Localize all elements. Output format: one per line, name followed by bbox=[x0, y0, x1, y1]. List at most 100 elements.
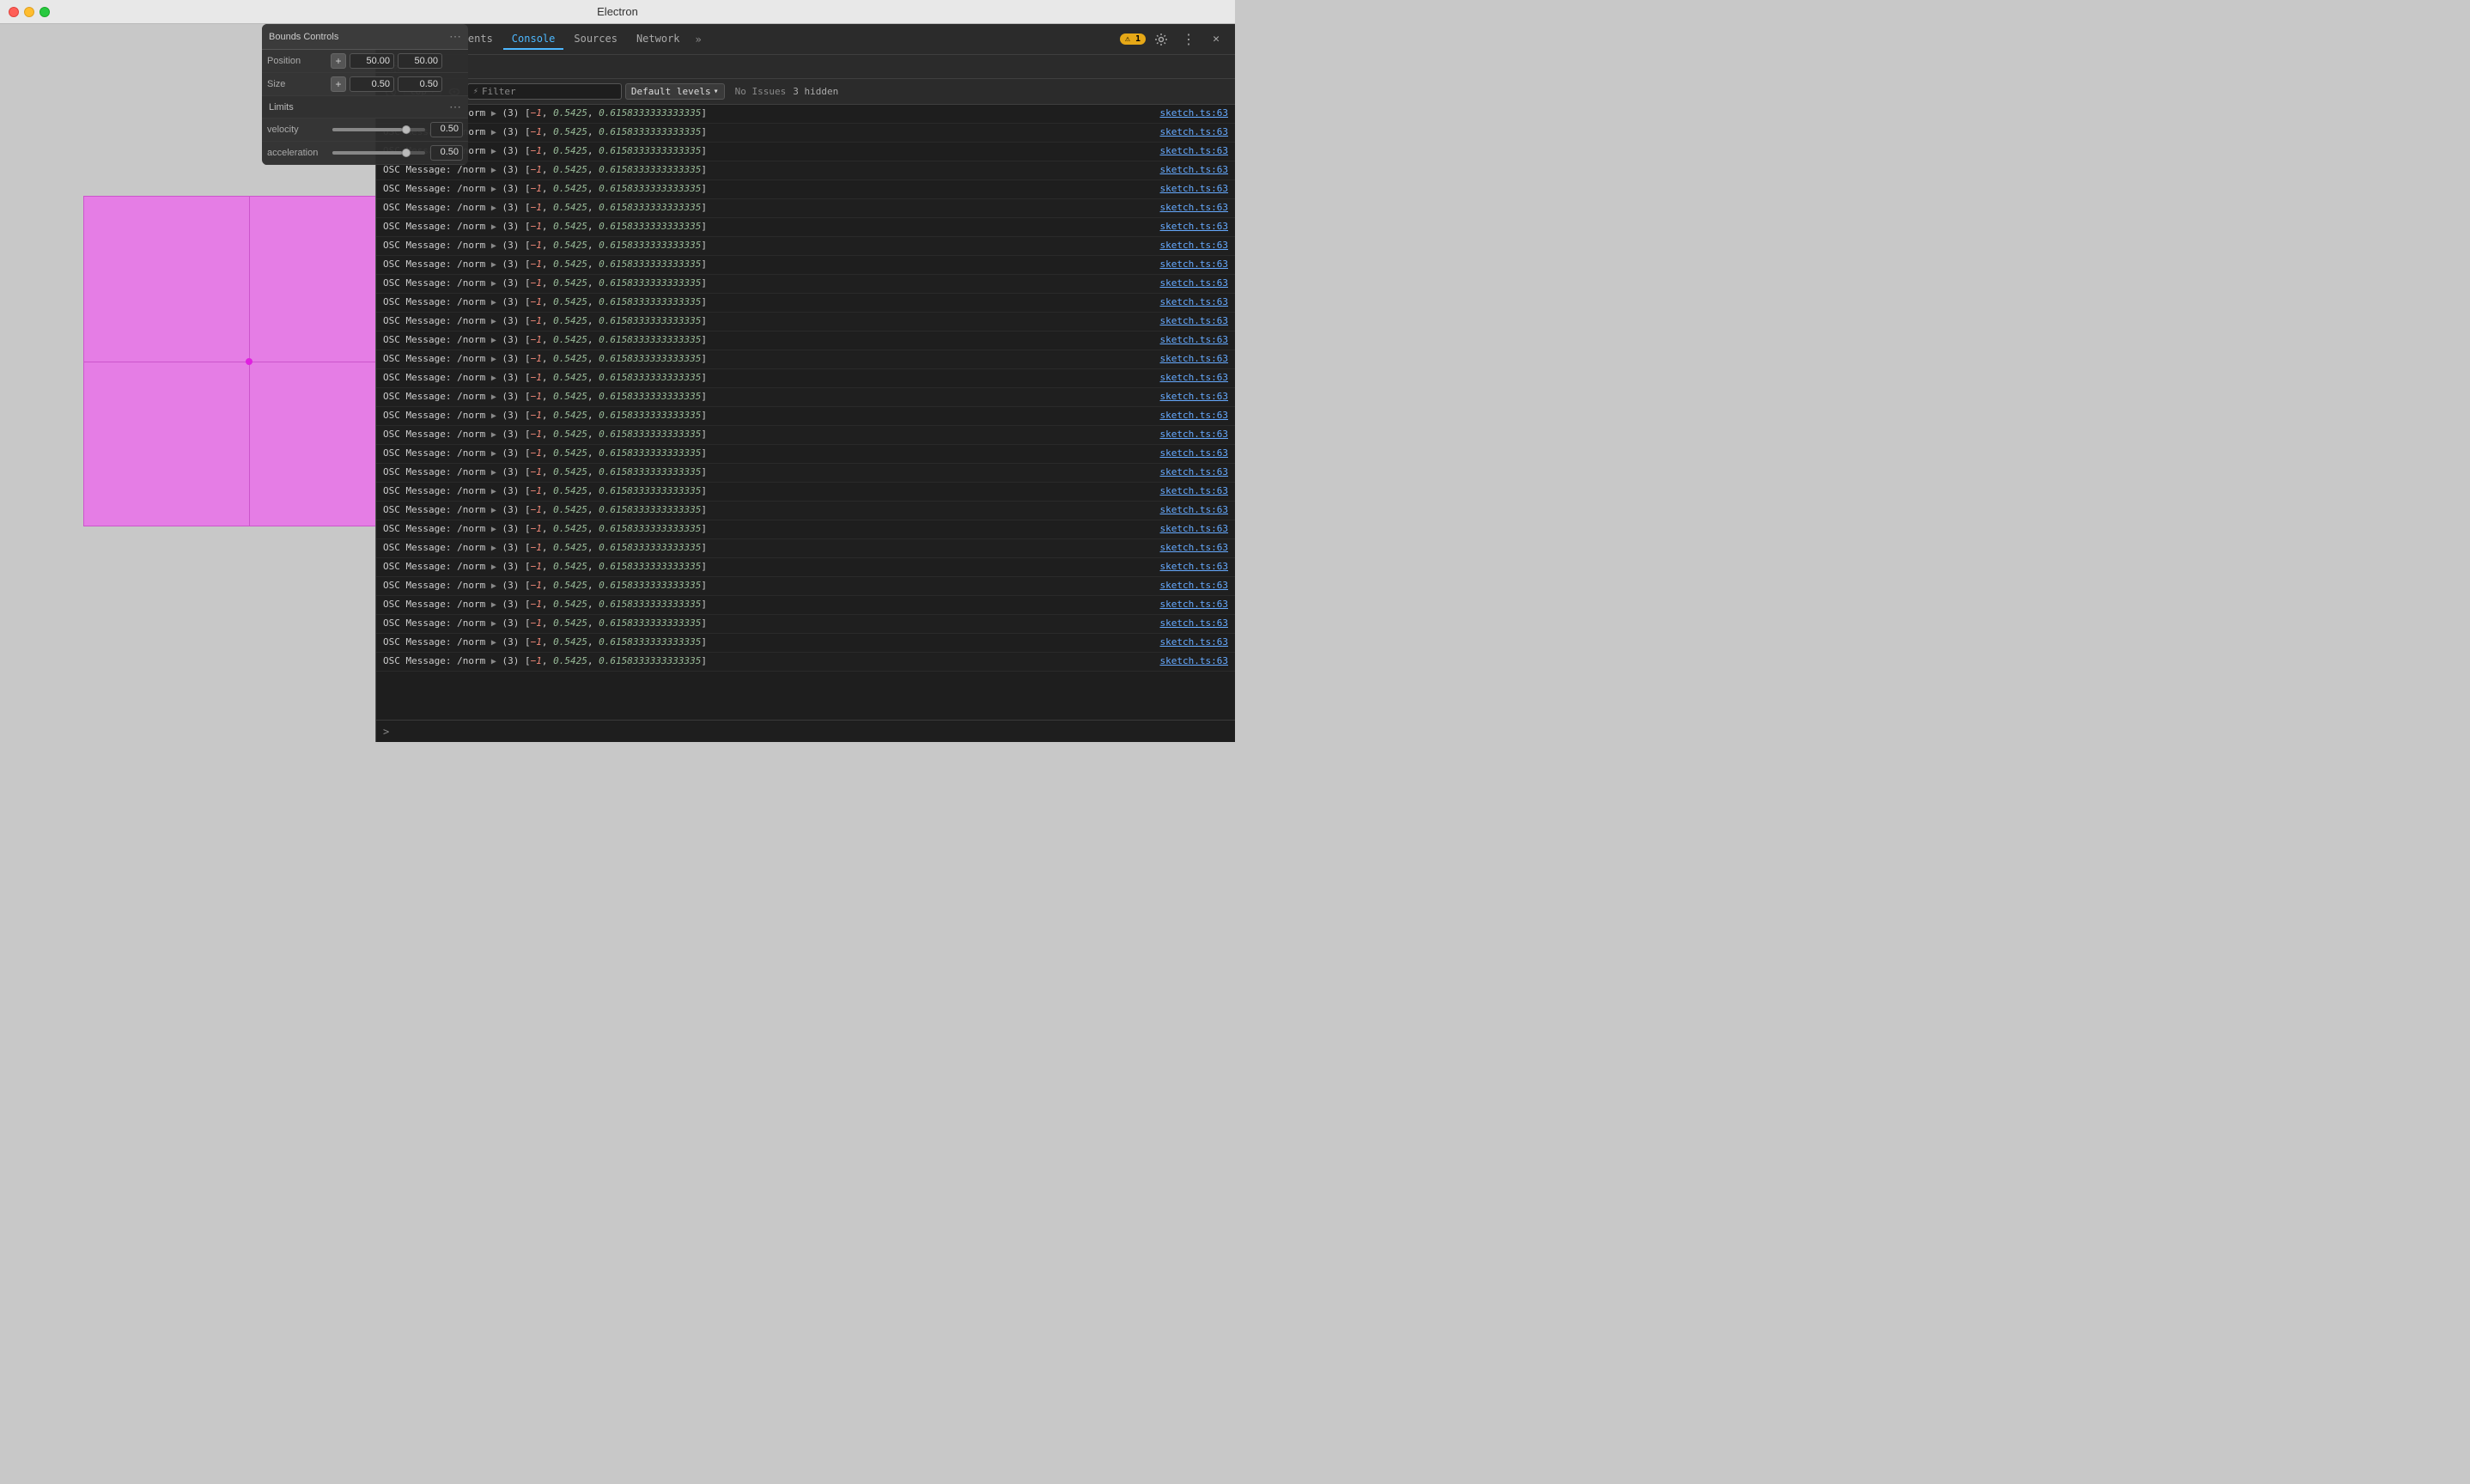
log-source-link[interactable]: sketch.ts:63 bbox=[1160, 181, 1228, 197]
log-expand-icon[interactable]: ▶ bbox=[491, 204, 496, 213]
log-source-link[interactable]: sketch.ts:63 bbox=[1160, 654, 1228, 669]
log-expand-icon[interactable]: ▶ bbox=[491, 487, 496, 496]
log-expand-icon[interactable]: ▶ bbox=[491, 430, 496, 440]
log-source-link[interactable]: sketch.ts:63 bbox=[1160, 238, 1228, 253]
log-expand-icon[interactable]: ▶ bbox=[491, 581, 496, 591]
log-source-link[interactable]: sketch.ts:63 bbox=[1160, 616, 1228, 631]
tab-sources[interactable]: Sources bbox=[565, 29, 626, 50]
log-source-link[interactable]: sketch.ts:63 bbox=[1160, 635, 1228, 650]
more-options-icon[interactable]: ⋮ bbox=[1177, 27, 1201, 52]
size-h-input[interactable] bbox=[398, 76, 442, 92]
log-expand-icon[interactable]: ▶ bbox=[491, 147, 496, 156]
log-expand-icon[interactable]: ▶ bbox=[491, 468, 496, 477]
log-expand-icon[interactable]: ▶ bbox=[491, 657, 496, 666]
console-log-area[interactable]: OSC Message: /norm ▶ (3) [−1, 0.5425, 0.… bbox=[376, 105, 1235, 720]
close-devtools-button[interactable]: ✕ bbox=[1204, 27, 1228, 52]
limits-menu-button[interactable]: ⋯ bbox=[449, 100, 461, 114]
log-expand-icon[interactable]: ▶ bbox=[491, 166, 496, 175]
log-source-link[interactable]: sketch.ts:63 bbox=[1160, 446, 1228, 461]
log-expand-icon[interactable]: ▶ bbox=[491, 544, 496, 553]
log-expand-icon[interactable]: ▶ bbox=[491, 525, 496, 534]
log-source-link[interactable]: sketch.ts:63 bbox=[1160, 106, 1228, 121]
log-source-link[interactable]: sketch.ts:63 bbox=[1160, 200, 1228, 216]
acceleration-slider-track[interactable] bbox=[332, 151, 425, 155]
log-expand-icon[interactable]: ▶ bbox=[491, 128, 496, 137]
log-source-link[interactable]: sketch.ts:63 bbox=[1160, 276, 1228, 291]
log-expand-icon[interactable]: ▶ bbox=[491, 600, 496, 610]
acceleration-slider-thumb[interactable] bbox=[402, 149, 411, 157]
log-expand-icon[interactable]: ▶ bbox=[491, 185, 496, 194]
log-entry: OSC Message: /norm ▶ (3) [−1, 0.5425, 0.… bbox=[376, 653, 1235, 672]
log-source-link[interactable]: sketch.ts:63 bbox=[1160, 597, 1228, 612]
log-source-link[interactable]: sketch.ts:63 bbox=[1160, 143, 1228, 159]
log-entry: OSC Message: /norm ▶ (3) [−1, 0.5425, 0.… bbox=[376, 407, 1235, 426]
log-source-link[interactable]: sketch.ts:63 bbox=[1160, 351, 1228, 367]
more-tabs-button[interactable]: » bbox=[691, 30, 707, 49]
velocity-slider-thumb[interactable] bbox=[402, 125, 411, 134]
panel-menu-button[interactable]: ⋯ bbox=[449, 29, 461, 44]
log-expand-icon[interactable]: ▶ bbox=[491, 449, 496, 459]
log-source-link[interactable]: sketch.ts:63 bbox=[1160, 389, 1228, 404]
acceleration-value[interactable]: 0.50 bbox=[430, 145, 463, 161]
log-source-link[interactable]: sketch.ts:63 bbox=[1160, 465, 1228, 480]
log-source-link[interactable]: sketch.ts:63 bbox=[1160, 295, 1228, 310]
tab-console[interactable]: Console bbox=[503, 29, 564, 50]
log-expand-icon[interactable]: ▶ bbox=[491, 260, 496, 270]
size-w-input[interactable] bbox=[350, 76, 394, 92]
log-source-link[interactable]: sketch.ts:63 bbox=[1160, 125, 1228, 140]
devtools-toolbar-right: ⚠ 1 ⋮ ✕ bbox=[1120, 27, 1228, 52]
log-expand-icon[interactable]: ▶ bbox=[491, 109, 496, 119]
size-plus-button[interactable]: + bbox=[331, 76, 346, 92]
log-source-link[interactable]: sketch.ts:63 bbox=[1160, 313, 1228, 329]
log-source-link[interactable]: sketch.ts:63 bbox=[1160, 559, 1228, 575]
console-prompt-symbol: > bbox=[383, 726, 389, 738]
log-expand-icon[interactable]: ▶ bbox=[491, 619, 496, 629]
minimize-button[interactable] bbox=[24, 7, 34, 17]
filter-placeholder: Filter bbox=[482, 86, 516, 97]
log-expand-icon[interactable]: ▶ bbox=[491, 374, 496, 383]
pink-rectangle[interactable] bbox=[83, 196, 414, 526]
log-expand-icon[interactable]: ▶ bbox=[491, 222, 496, 232]
velocity-slider-track[interactable] bbox=[332, 128, 425, 131]
settings-icon[interactable] bbox=[1149, 27, 1173, 52]
log-expand-icon[interactable]: ▶ bbox=[491, 241, 496, 251]
log-source-link[interactable]: sketch.ts:63 bbox=[1160, 219, 1228, 234]
log-source-link[interactable]: sketch.ts:63 bbox=[1160, 484, 1228, 499]
gear-row bbox=[376, 55, 1235, 79]
close-button[interactable] bbox=[9, 7, 19, 17]
hidden-count-label: 3 hidden bbox=[793, 86, 838, 97]
log-entry: OSC Message: /norm ▶ (3) [−1, 0.5425, 0.… bbox=[376, 445, 1235, 464]
log-expand-icon[interactable]: ▶ bbox=[491, 392, 496, 402]
log-source-link[interactable]: sketch.ts:63 bbox=[1160, 427, 1228, 442]
velocity-value[interactable]: 0.50 bbox=[430, 122, 463, 137]
log-expand-icon[interactable]: ▶ bbox=[491, 411, 496, 421]
log-expand-icon[interactable]: ▶ bbox=[491, 317, 496, 326]
log-expand-icon[interactable]: ▶ bbox=[491, 506, 496, 515]
log-source-link[interactable]: sketch.ts:63 bbox=[1160, 408, 1228, 423]
log-source-link[interactable]: sketch.ts:63 bbox=[1160, 521, 1228, 537]
log-expand-icon[interactable]: ▶ bbox=[491, 355, 496, 364]
filter-input-container[interactable]: ⚡ Filter bbox=[467, 83, 622, 100]
position-plus-button[interactable]: + bbox=[331, 53, 346, 69]
log-source-link[interactable]: sketch.ts:63 bbox=[1160, 502, 1228, 518]
log-entry: OSC Message: /norm ▶ (3) [−1, 0.5425, 0.… bbox=[376, 520, 1235, 539]
maximize-button[interactable] bbox=[40, 7, 50, 17]
center-dot bbox=[246, 358, 252, 365]
log-source-link[interactable]: sketch.ts:63 bbox=[1160, 332, 1228, 348]
position-y-input[interactable] bbox=[398, 53, 442, 69]
log-entry: OSC Message: /norm ▶ (3) [−1, 0.5425, 0.… bbox=[376, 143, 1235, 161]
default-levels-selector[interactable]: Default levels ▾ bbox=[625, 83, 725, 100]
log-source-link[interactable]: sketch.ts:63 bbox=[1160, 540, 1228, 556]
size-row: Size + bbox=[262, 73, 468, 96]
position-x-input[interactable] bbox=[350, 53, 394, 69]
log-source-link[interactable]: sketch.ts:63 bbox=[1160, 162, 1228, 178]
log-source-link[interactable]: sketch.ts:63 bbox=[1160, 578, 1228, 593]
log-expand-icon[interactable]: ▶ bbox=[491, 298, 496, 307]
log-expand-icon[interactable]: ▶ bbox=[491, 563, 496, 572]
log-source-link[interactable]: sketch.ts:63 bbox=[1160, 370, 1228, 386]
log-expand-icon[interactable]: ▶ bbox=[491, 638, 496, 648]
log-expand-icon[interactable]: ▶ bbox=[491, 279, 496, 289]
log-source-link[interactable]: sketch.ts:63 bbox=[1160, 257, 1228, 272]
log-expand-icon[interactable]: ▶ bbox=[491, 336, 496, 345]
tab-network[interactable]: Network bbox=[628, 29, 689, 50]
